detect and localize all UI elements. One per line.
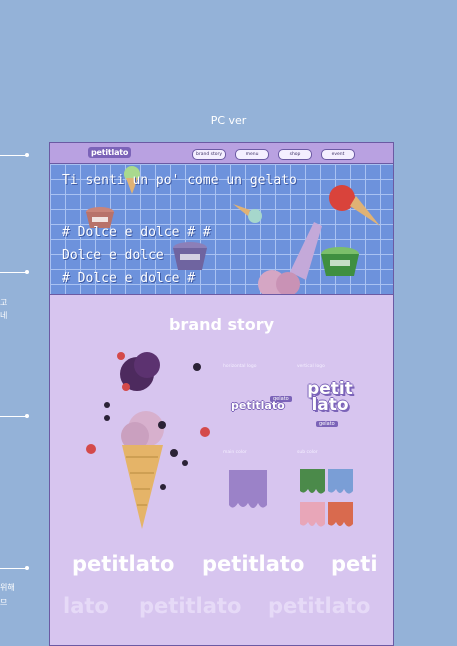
annotation-line <box>0 568 27 569</box>
hero-line: # Dolce e dolce # # <box>62 225 211 240</box>
nav-menu[interactable]: menu <box>235 149 269 160</box>
annotation-dot <box>25 566 29 570</box>
annotation-text: 위해 <box>0 583 15 592</box>
marquee-word: lato <box>63 594 109 618</box>
hero-line: Dolce e dolce <box>62 248 164 263</box>
hero-headline: Ti senti un po' come un gelato <box>62 173 297 188</box>
nav-logo[interactable]: petitlato <box>88 147 132 158</box>
nav-event[interactable]: event <box>321 149 355 160</box>
hero-line: # Dolce e dolce # <box>62 271 196 286</box>
ice-cream-icon <box>233 204 262 223</box>
vertical-logo-bottom: lato <box>311 395 349 415</box>
hero-banner: Ti senti un po' come un gelato # Dolce e… <box>50 164 393 295</box>
marquee-word: petitlato <box>139 594 242 618</box>
gelato-cup-icon <box>321 247 359 276</box>
annotation-text: 네 <box>0 311 8 320</box>
annotation-dot <box>25 153 29 157</box>
nav-shop[interactable]: shop <box>278 149 312 160</box>
ver-title: PC ver <box>210 114 247 127</box>
sub-color-label: sub color <box>297 450 318 455</box>
vertical-logo: petit lato <box>302 381 358 415</box>
main-color-label: main color <box>223 450 247 455</box>
ice-cream-icon <box>258 222 322 294</box>
pc-mockup: petitlato brand story menu shop event Ti… <box>49 142 394 646</box>
nav-brand-story[interactable]: brand story <box>192 149 226 160</box>
annotation-dot <box>25 414 29 418</box>
marquee-word: petitlato <box>268 594 371 618</box>
marquee-word: petitlato <box>202 552 305 576</box>
ice-cream-cone-icon <box>120 352 164 529</box>
annotation-dot <box>25 270 29 274</box>
annotation-text: 므 <box>0 598 8 607</box>
gelato-cup-icon <box>173 242 207 270</box>
horizontal-logo-label: horizontal logo <box>223 364 257 369</box>
annotation-line <box>0 416 27 417</box>
marquee-word: peti <box>331 552 378 576</box>
horizontal-logo: petitlato <box>231 399 285 412</box>
marquee-word: petitlato <box>72 552 175 576</box>
ice-cream-icon <box>329 185 380 226</box>
top-nav: petitlato brand story menu shop event <box>50 143 393 164</box>
brand-story-section: brand story horizontal logo vertical log… <box>50 295 393 645</box>
annotation-line <box>0 155 27 156</box>
gelato-tag: gelato <box>316 421 338 427</box>
vertical-logo-label: vertical logo <box>297 364 325 369</box>
annotation-line <box>0 272 27 273</box>
annotation-text: 고 <box>0 298 8 307</box>
